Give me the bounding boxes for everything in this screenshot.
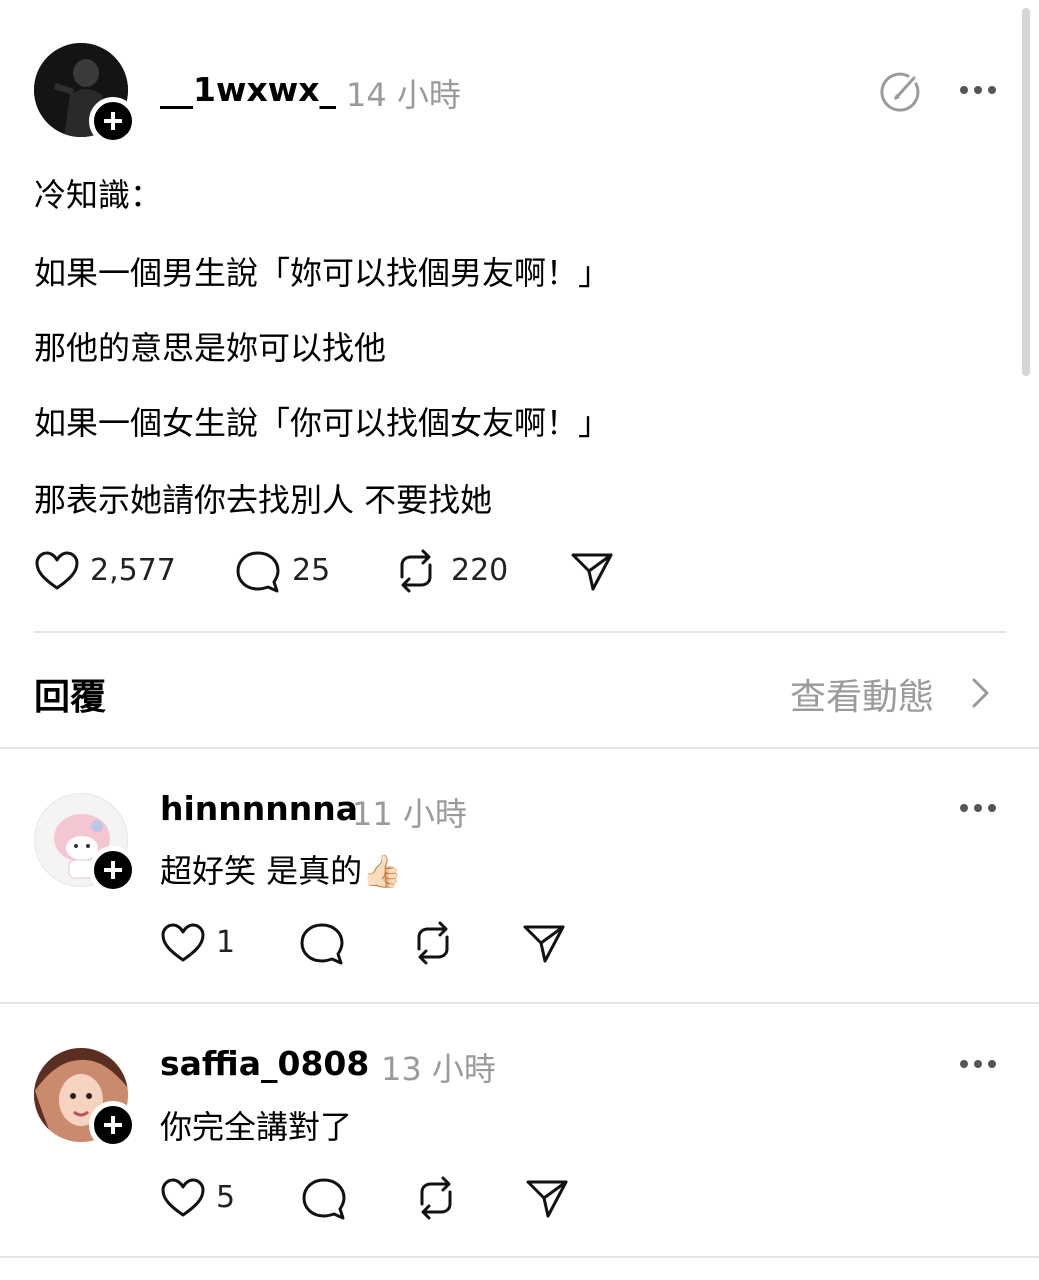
repost-button[interactable] bbox=[409, 919, 457, 967]
edit-circle-icon[interactable] bbox=[878, 70, 922, 114]
view-activity-link[interactable]: 查看動態 bbox=[790, 668, 934, 720]
send-icon bbox=[523, 925, 565, 963]
share-button[interactable] bbox=[569, 549, 615, 595]
repost-icon bbox=[420, 1176, 452, 1220]
comment-bubble-icon bbox=[236, 551, 280, 593]
share-button[interactable] bbox=[524, 1176, 570, 1222]
heart-icon bbox=[161, 923, 205, 962]
send-icon bbox=[526, 1180, 568, 1218]
reply-item: saffia_0808 13 小時 你完全講對了 5 bbox=[0, 1004, 1039, 1256]
like-count: 5 bbox=[216, 1180, 236, 1215]
post-timestamp: 14 小時 bbox=[346, 76, 461, 114]
post-line-4: 如果一個女生說「你可以找個女友啊！」 bbox=[34, 404, 611, 442]
repost-button[interactable] bbox=[392, 547, 440, 595]
reply-author-username[interactable]: hinnnnnna bbox=[160, 789, 358, 828]
reply-item: hinnnnnna 11 小時 超好笑 是真的👍🏻 1 bbox=[0, 750, 1039, 1002]
share-button[interactable] bbox=[521, 921, 567, 967]
reply-timestamp: 11 小時 bbox=[352, 795, 467, 833]
send-icon bbox=[571, 553, 613, 591]
follow-button[interactable] bbox=[89, 1101, 137, 1149]
post-line-5: 那表示她請你去找別人 不要找她 bbox=[34, 481, 493, 519]
reply-timestamp: 13 小時 bbox=[381, 1050, 496, 1088]
comment-bubble-icon bbox=[300, 923, 344, 965]
like-count: 2,577 bbox=[90, 553, 176, 588]
post: __1wxwx_ 14 小時 冷知識： 如果一個男生說「妳可以找個男友啊！」 那… bbox=[0, 0, 1039, 630]
chevron-right-icon[interactable] bbox=[968, 676, 992, 710]
like-button[interactable] bbox=[160, 1176, 206, 1222]
more-dots-icon[interactable] bbox=[960, 86, 996, 94]
comment-button[interactable] bbox=[298, 921, 346, 967]
comment-bubble-icon bbox=[302, 1178, 346, 1220]
post-author-username[interactable]: __1wxwx_ bbox=[160, 70, 336, 109]
like-button[interactable] bbox=[160, 921, 206, 967]
plus-icon bbox=[104, 861, 122, 879]
repost-icon bbox=[400, 549, 432, 593]
more-dots-icon[interactable] bbox=[960, 804, 996, 812]
reply-author-username[interactable]: saffia_0808 bbox=[160, 1044, 369, 1083]
post-divider bbox=[34, 631, 1006, 633]
repost-icon bbox=[417, 921, 449, 965]
like-count: 1 bbox=[216, 925, 236, 960]
plus-icon bbox=[104, 112, 122, 130]
replies-heading: 回覆 bbox=[34, 677, 107, 718]
more-dots-icon[interactable] bbox=[960, 1060, 996, 1068]
view-activity-label: 查看動態 bbox=[790, 677, 935, 718]
like-button[interactable] bbox=[34, 549, 80, 595]
replies-header-divider bbox=[0, 747, 1039, 749]
heart-icon bbox=[161, 1178, 205, 1217]
heart-icon bbox=[35, 551, 79, 590]
comment-count: 25 bbox=[292, 553, 331, 588]
post-line-2: 如果一個男生說「妳可以找個男友啊！」 bbox=[34, 254, 611, 292]
follow-button[interactable] bbox=[89, 97, 137, 145]
comment-button[interactable] bbox=[300, 1176, 348, 1222]
reply-text: 超好笑 是真的👍🏻 bbox=[160, 846, 402, 892]
post-line-1: 冷知識： bbox=[34, 176, 163, 214]
reply-divider bbox=[0, 1256, 1039, 1258]
post-line-3: 那他的意思是妳可以找他 bbox=[34, 329, 387, 367]
repost-count: 220 bbox=[451, 553, 509, 588]
repost-button[interactable] bbox=[412, 1174, 460, 1222]
plus-icon bbox=[104, 1116, 122, 1134]
follow-button[interactable] bbox=[89, 846, 137, 894]
thumbs-up-emoji: 👍🏻 bbox=[362, 852, 403, 890]
reply-text: 你完全講對了 bbox=[160, 1108, 353, 1146]
reply-text-body: 超好笑 是真的 bbox=[160, 852, 363, 890]
comment-button[interactable] bbox=[234, 549, 282, 595]
